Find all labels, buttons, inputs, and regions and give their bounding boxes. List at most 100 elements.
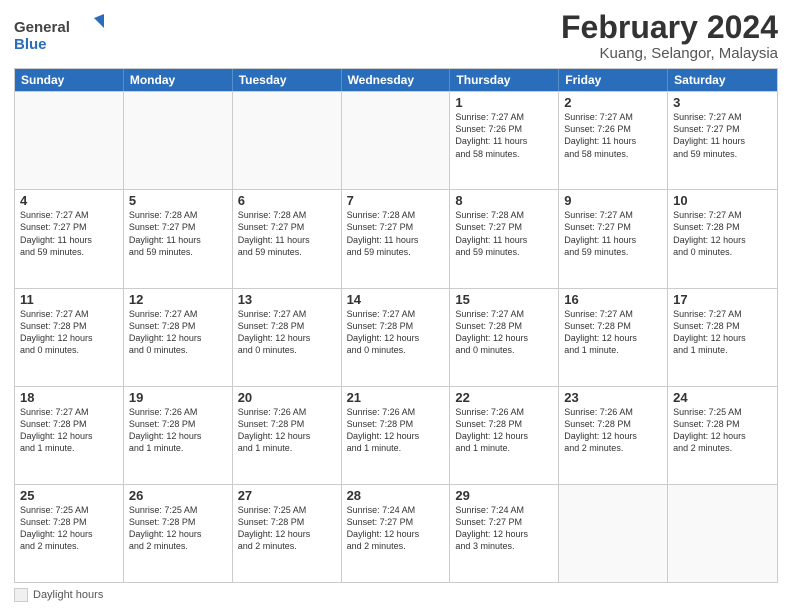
- day-number: 17: [673, 292, 772, 307]
- day-number: 9: [564, 193, 662, 208]
- header-thursday: Thursday: [450, 69, 559, 91]
- day-number: 6: [238, 193, 336, 208]
- day-number: 28: [347, 488, 445, 503]
- svg-text:Blue: Blue: [14, 36, 47, 53]
- calendar-cell: 20Sunrise: 7:26 AM Sunset: 7:28 PM Dayli…: [233, 387, 342, 484]
- day-info: Sunrise: 7:27 AM Sunset: 7:28 PM Dayligh…: [673, 209, 772, 258]
- header-saturday: Saturday: [668, 69, 777, 91]
- day-info: Sunrise: 7:27 AM Sunset: 7:27 PM Dayligh…: [564, 209, 662, 258]
- calendar-row: 11Sunrise: 7:27 AM Sunset: 7:28 PM Dayli…: [15, 288, 777, 386]
- day-number: 4: [20, 193, 118, 208]
- calendar-cell: 9Sunrise: 7:27 AM Sunset: 7:27 PM Daylig…: [559, 190, 668, 287]
- day-number: 1: [455, 95, 553, 110]
- month-title: February 2024: [561, 10, 778, 45]
- header-monday: Monday: [124, 69, 233, 91]
- day-info: Sunrise: 7:25 AM Sunset: 7:28 PM Dayligh…: [673, 406, 772, 455]
- legend: Daylight hours: [14, 588, 778, 602]
- day-info: Sunrise: 7:27 AM Sunset: 7:26 PM Dayligh…: [455, 111, 553, 160]
- page: General Blue February 2024 Kuang, Selang…: [0, 0, 792, 612]
- day-number: 11: [20, 292, 118, 307]
- calendar-cell: 28Sunrise: 7:24 AM Sunset: 7:27 PM Dayli…: [342, 485, 451, 582]
- calendar-cell: 7Sunrise: 7:28 AM Sunset: 7:27 PM Daylig…: [342, 190, 451, 287]
- calendar-cell: 3Sunrise: 7:27 AM Sunset: 7:27 PM Daylig…: [668, 92, 777, 189]
- calendar-body: 1Sunrise: 7:27 AM Sunset: 7:26 PM Daylig…: [15, 91, 777, 582]
- day-number: 21: [347, 390, 445, 405]
- title-block: February 2024 Kuang, Selangor, Malaysia: [561, 10, 778, 62]
- day-number: 12: [129, 292, 227, 307]
- day-number: 26: [129, 488, 227, 503]
- calendar-row: 1Sunrise: 7:27 AM Sunset: 7:26 PM Daylig…: [15, 91, 777, 189]
- header-wednesday: Wednesday: [342, 69, 451, 91]
- calendar-cell: 14Sunrise: 7:27 AM Sunset: 7:28 PM Dayli…: [342, 289, 451, 386]
- day-info: Sunrise: 7:26 AM Sunset: 7:28 PM Dayligh…: [455, 406, 553, 455]
- day-info: Sunrise: 7:27 AM Sunset: 7:28 PM Dayligh…: [347, 308, 445, 357]
- calendar-cell: 24Sunrise: 7:25 AM Sunset: 7:28 PM Dayli…: [668, 387, 777, 484]
- calendar-cell: 23Sunrise: 7:26 AM Sunset: 7:28 PM Dayli…: [559, 387, 668, 484]
- calendar-cell: 21Sunrise: 7:26 AM Sunset: 7:28 PM Dayli…: [342, 387, 451, 484]
- day-info: Sunrise: 7:27 AM Sunset: 7:28 PM Dayligh…: [20, 308, 118, 357]
- day-info: Sunrise: 7:27 AM Sunset: 7:28 PM Dayligh…: [238, 308, 336, 357]
- calendar-cell: 29Sunrise: 7:24 AM Sunset: 7:27 PM Dayli…: [450, 485, 559, 582]
- calendar-cell: 5Sunrise: 7:28 AM Sunset: 7:27 PM Daylig…: [124, 190, 233, 287]
- header-friday: Friday: [559, 69, 668, 91]
- svg-text:General: General: [14, 19, 70, 36]
- day-number: 24: [673, 390, 772, 405]
- calendar-cell: [342, 92, 451, 189]
- calendar: Sunday Monday Tuesday Wednesday Thursday…: [14, 68, 778, 583]
- day-info: Sunrise: 7:27 AM Sunset: 7:28 PM Dayligh…: [20, 406, 118, 455]
- day-number: 10: [673, 193, 772, 208]
- day-number: 25: [20, 488, 118, 503]
- day-info: Sunrise: 7:27 AM Sunset: 7:28 PM Dayligh…: [673, 308, 772, 357]
- day-number: 8: [455, 193, 553, 208]
- legend-box: [14, 588, 28, 602]
- calendar-cell: 26Sunrise: 7:25 AM Sunset: 7:28 PM Dayli…: [124, 485, 233, 582]
- calendar-row: 18Sunrise: 7:27 AM Sunset: 7:28 PM Dayli…: [15, 386, 777, 484]
- day-number: 22: [455, 390, 553, 405]
- calendar-cell: 18Sunrise: 7:27 AM Sunset: 7:28 PM Dayli…: [15, 387, 124, 484]
- calendar-cell: 16Sunrise: 7:27 AM Sunset: 7:28 PM Dayli…: [559, 289, 668, 386]
- day-number: 27: [238, 488, 336, 503]
- day-number: 29: [455, 488, 553, 503]
- day-info: Sunrise: 7:28 AM Sunset: 7:27 PM Dayligh…: [455, 209, 553, 258]
- day-number: 19: [129, 390, 227, 405]
- day-info: Sunrise: 7:26 AM Sunset: 7:28 PM Dayligh…: [129, 406, 227, 455]
- header: General Blue February 2024 Kuang, Selang…: [14, 10, 778, 62]
- day-info: Sunrise: 7:28 AM Sunset: 7:27 PM Dayligh…: [347, 209, 445, 258]
- calendar-cell: 11Sunrise: 7:27 AM Sunset: 7:28 PM Dayli…: [15, 289, 124, 386]
- calendar-cell: 1Sunrise: 7:27 AM Sunset: 7:26 PM Daylig…: [450, 92, 559, 189]
- day-info: Sunrise: 7:27 AM Sunset: 7:27 PM Dayligh…: [673, 111, 772, 160]
- legend-label: Daylight hours: [33, 589, 103, 601]
- day-info: Sunrise: 7:25 AM Sunset: 7:28 PM Dayligh…: [129, 504, 227, 553]
- day-number: 2: [564, 95, 662, 110]
- day-number: 23: [564, 390, 662, 405]
- day-number: 16: [564, 292, 662, 307]
- calendar-cell: 10Sunrise: 7:27 AM Sunset: 7:28 PM Dayli…: [668, 190, 777, 287]
- day-info: Sunrise: 7:28 AM Sunset: 7:27 PM Dayligh…: [129, 209, 227, 258]
- calendar-cell: 6Sunrise: 7:28 AM Sunset: 7:27 PM Daylig…: [233, 190, 342, 287]
- day-info: Sunrise: 7:27 AM Sunset: 7:28 PM Dayligh…: [564, 308, 662, 357]
- calendar-cell: 15Sunrise: 7:27 AM Sunset: 7:28 PM Dayli…: [450, 289, 559, 386]
- calendar-header: Sunday Monday Tuesday Wednesday Thursday…: [15, 69, 777, 91]
- day-info: Sunrise: 7:27 AM Sunset: 7:28 PM Dayligh…: [129, 308, 227, 357]
- header-tuesday: Tuesday: [233, 69, 342, 91]
- day-number: 14: [347, 292, 445, 307]
- header-sunday: Sunday: [15, 69, 124, 91]
- day-number: 20: [238, 390, 336, 405]
- calendar-cell: 17Sunrise: 7:27 AM Sunset: 7:28 PM Dayli…: [668, 289, 777, 386]
- calendar-cell: [668, 485, 777, 582]
- calendar-row: 4 Sunrise: 7:27 AM Sunset: 7:27 PM Daylig…: [15, 189, 777, 287]
- calendar-cell: 8Sunrise: 7:28 AM Sunset: 7:27 PM Daylig…: [450, 190, 559, 287]
- day-info: Sunrise: 7:27 AM Sunset: 7:26 PM Dayligh…: [564, 111, 662, 160]
- day-info: Sunrise: 7:26 AM Sunset: 7:28 PM Dayligh…: [564, 406, 662, 455]
- day-info: Sunrise: 7:24 AM Sunset: 7:27 PM Dayligh…: [455, 504, 553, 553]
- calendar-cell: 19Sunrise: 7:26 AM Sunset: 7:28 PM Dayli…: [124, 387, 233, 484]
- calendar-cell: 25Sunrise: 7:25 AM Sunset: 7:28 PM Dayli…: [15, 485, 124, 582]
- day-info: Sunrise: 7:24 AM Sunset: 7:27 PM Dayligh…: [347, 504, 445, 553]
- day-info: Sunrise: 7:27 AM Sunset: 7:28 PM Dayligh…: [455, 308, 553, 357]
- day-info: Sunrise: 7:26 AM Sunset: 7:28 PM Dayligh…: [238, 406, 336, 455]
- day-number: 7: [347, 193, 445, 208]
- calendar-cell: 2Sunrise: 7:27 AM Sunset: 7:26 PM Daylig…: [559, 92, 668, 189]
- day-number: 5: [129, 193, 227, 208]
- day-number: 18: [20, 390, 118, 405]
- calendar-row: 25 Sunrise: 7:25 AM Sunset: 7:28 PM Dayli…: [15, 484, 777, 582]
